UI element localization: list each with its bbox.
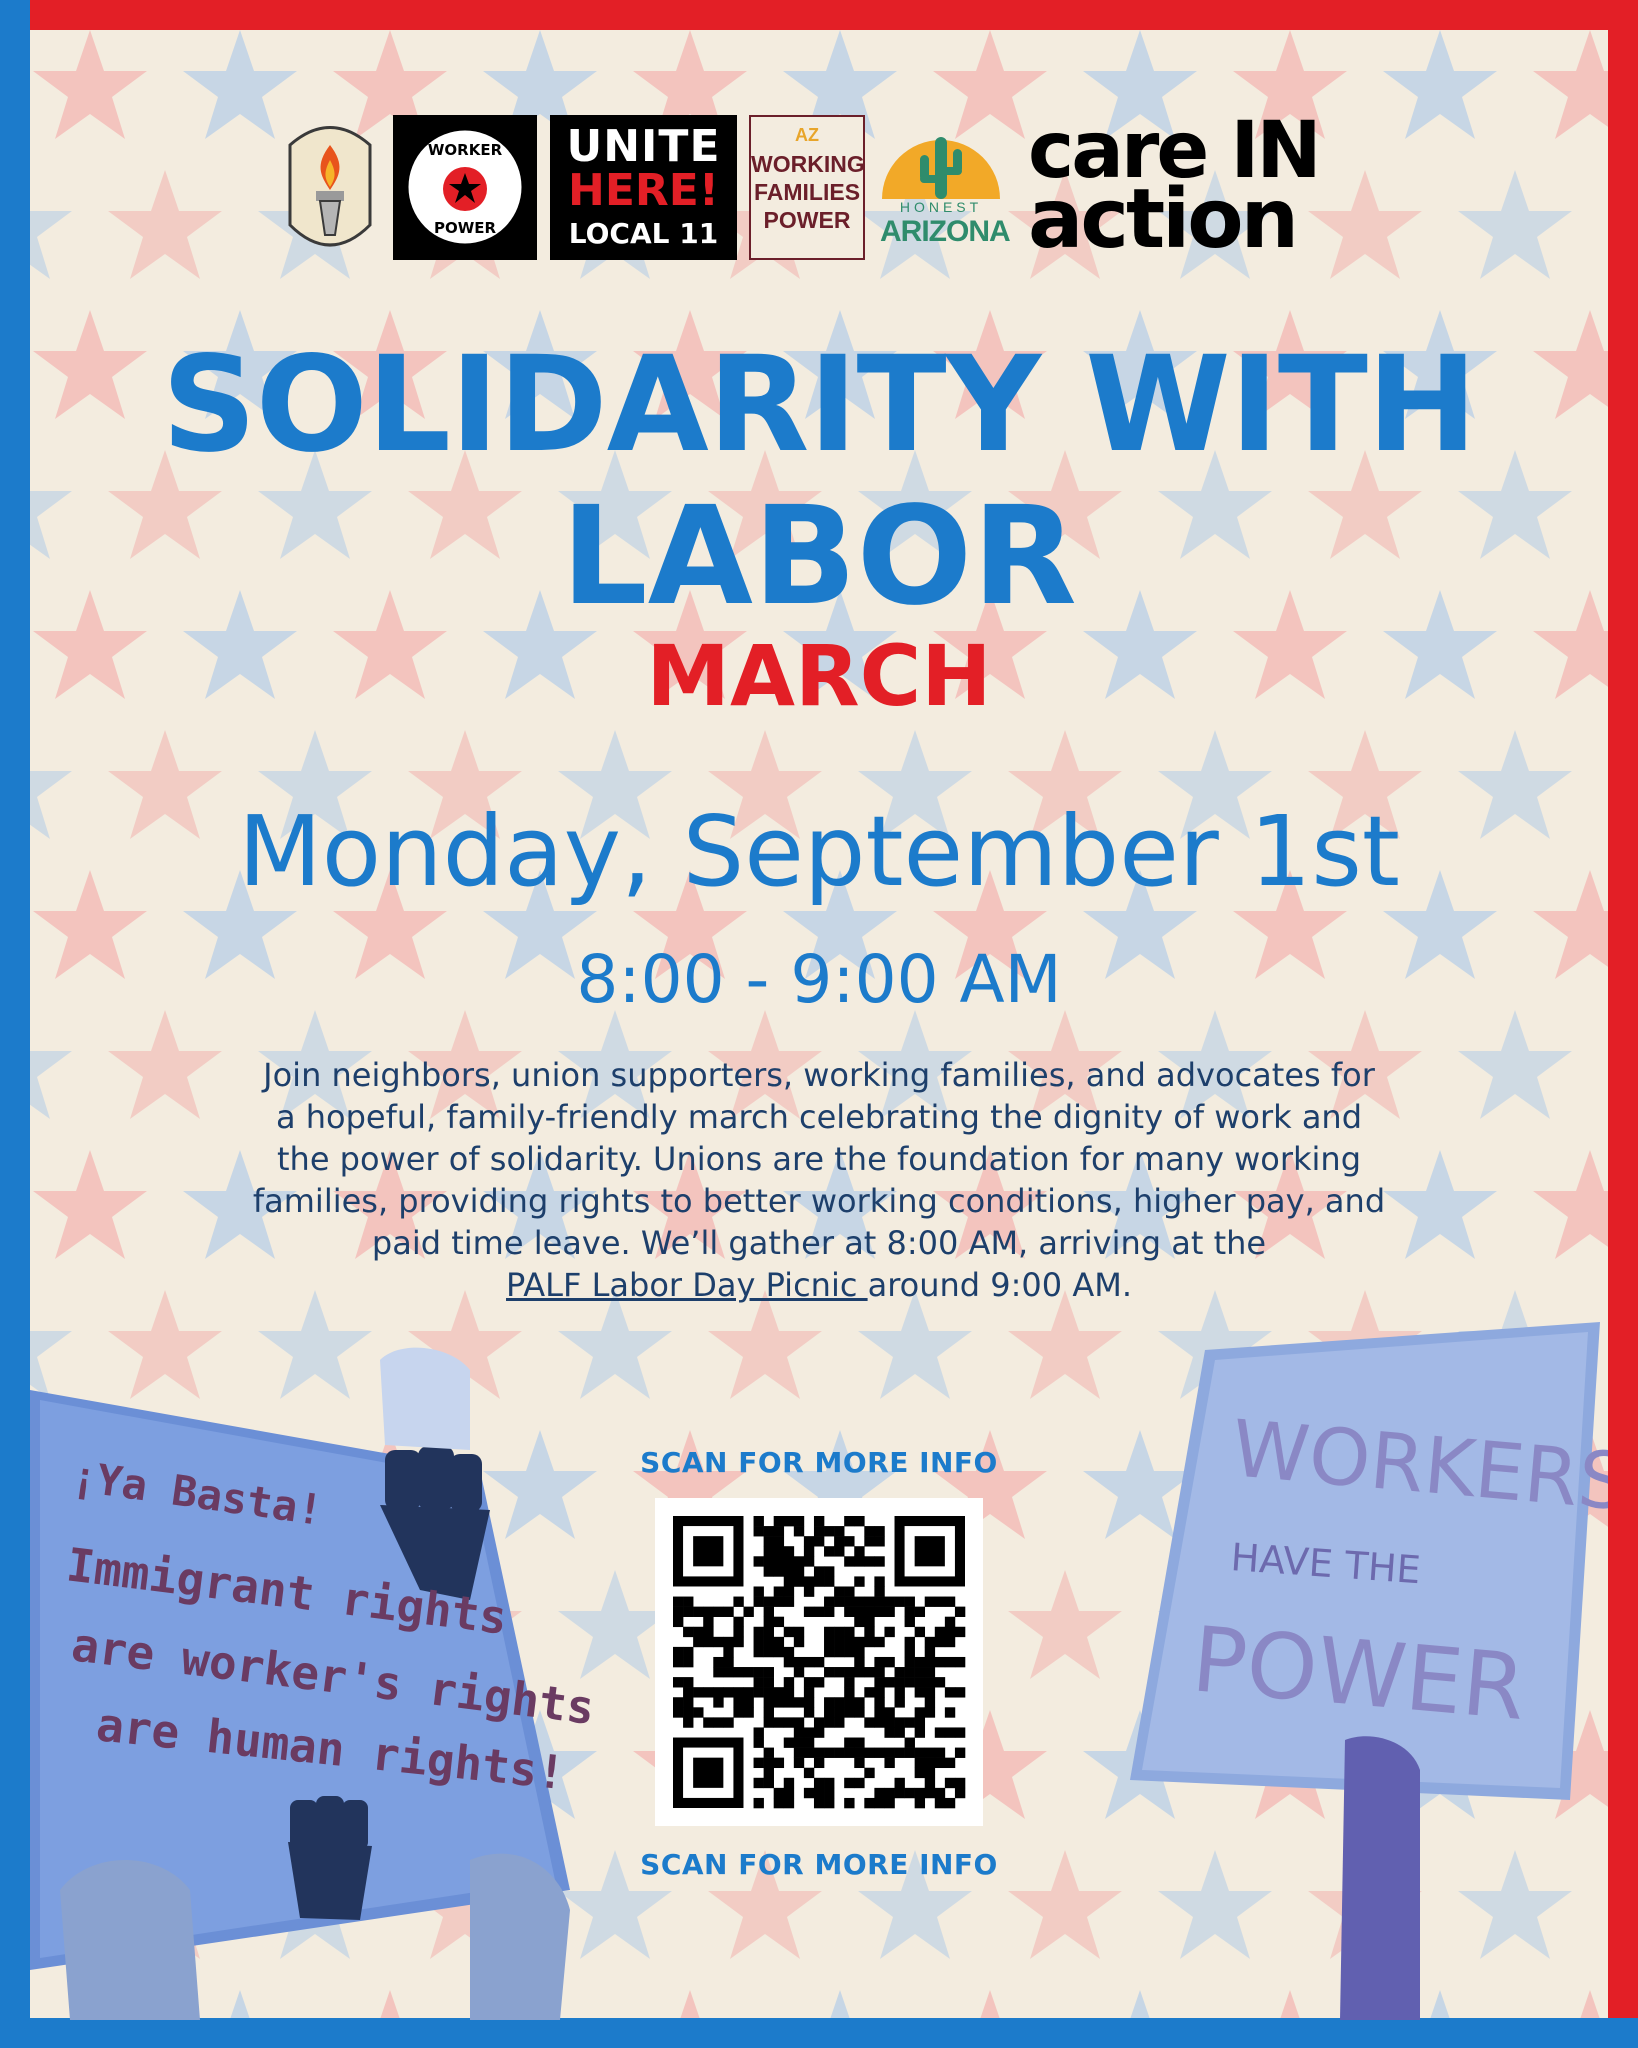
azwf-line2: FAMILIES [753,179,861,205]
scan-label-top: SCAN FOR MORE INFO [640,1446,998,1479]
headline-march: MARCH [646,627,992,725]
qr-code-icon [673,1516,966,1809]
palf-picnic-link[interactable]: PALF Labor Day Picnic [506,1266,868,1304]
description-line-last: PALF Labor Day Picnic around 9:00 AM. [180,1264,1458,1306]
description-line: families, providing rights to better wor… [252,1182,1386,1220]
workers-have-the-power-sign-photo: WORKERS HAVE THE POWER [1110,1310,1632,2020]
immigrant-rights-sign-photo: ¡Ya Basta! Immigrant rights are worker's… [0,1330,610,2020]
action-line: action [1028,172,1299,267]
worker-power-logo: WORKER POWER [393,115,537,260]
torch-icon [288,126,372,247]
svg-text:POWER: POWER [434,219,497,237]
top-red-border [0,0,1638,30]
qr-finder-pattern [673,1516,744,1587]
unite-here-line3: LOCAL 11 [568,217,719,250]
honest-arizona-logo: HONEST ARIZONA [880,115,1011,260]
event-date: Monday, September 1st [238,795,1400,908]
raised-fist-icon [288,1796,372,1920]
az-working-families-power-logo: AZ WORKING FAMILIES POWER [749,115,865,260]
right-red-border [1608,0,1638,2048]
azwf-line3: POWER [763,207,851,233]
headline-line2: LABOR [561,478,1077,636]
description-line: a hopeful, family-friendly march celebra… [275,1098,1363,1136]
arizona-word: ARIZONA [880,215,1011,248]
unite-here-local-11-logo: UNITE HERE! LOCAL 11 [550,115,737,260]
headline-line1: SOLIDARITY WITH [161,328,1478,482]
event-time: 8:00 - 9:00 AM [576,941,1062,1018]
description-line: the power of solidarity. Unions are the … [276,1140,1361,1178]
svg-text:WORKER: WORKER [428,141,503,159]
scan-label-bottom: SCAN FOR MORE INFO [640,1848,998,1881]
azwf-line1: WORKING [751,151,865,177]
description-line: paid time leave. We’ll gather at 8:00 AM… [371,1224,1267,1262]
sponsor-logos: WORKER POWER UNITE HERE! LOCAL 11 AZ WOR… [280,112,1360,267]
description-line: Join neighbors, union supporters, workin… [263,1056,1375,1094]
lamplighters-logo [280,115,380,260]
unite-here-line2: HERE! [568,165,719,216]
qr-code[interactable] [655,1498,983,1826]
care-in-action-logo: care IN action [1028,112,1358,267]
unite-here-line1: UNITE [566,121,721,172]
qr-finder-pattern [894,1516,965,1587]
honest-word: HONEST [899,199,983,215]
qr-finder-pattern [673,1737,744,1808]
bottom-blue-border [0,2018,1638,2048]
event-description: Join neighbors, union supporters, workin… [180,1054,1458,1306]
azwf-az: AZ [795,125,819,145]
description-tail: around 9:00 AM. [867,1266,1132,1304]
